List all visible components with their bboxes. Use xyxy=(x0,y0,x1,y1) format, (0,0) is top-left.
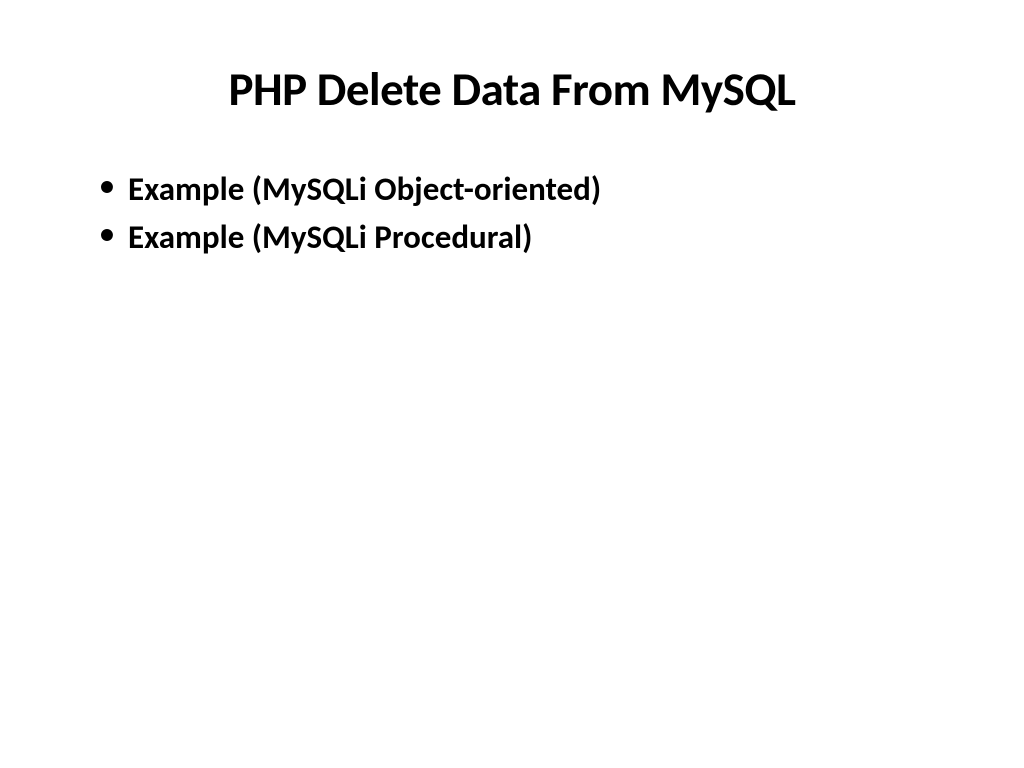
slide-title: PHP Delete Data From MySQL xyxy=(70,60,954,118)
bullet-item: Example (MySQLi Object-oriented) xyxy=(100,166,954,214)
slide-container: PHP Delete Data From MySQL Example (MySQ… xyxy=(0,0,1024,768)
bullet-item: Example (MySQLi Procedural) xyxy=(100,214,954,262)
bullet-list: Example (MySQLi Object-oriented) Example… xyxy=(70,166,954,262)
